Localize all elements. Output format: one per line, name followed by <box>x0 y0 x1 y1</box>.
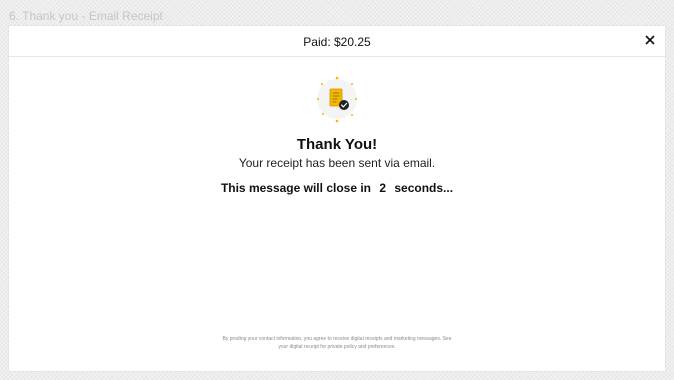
thank-you-modal: Paid: $20.25 Thank You! Your receipt has… <box>9 26 665 371</box>
paid-amount-label: Paid: $20.25 <box>303 35 371 49</box>
close-button[interactable] <box>643 33 657 47</box>
countdown-prefix: This message will close in <box>220 181 371 195</box>
frame-title: 6. Thank you - Email Receipt <box>9 9 163 23</box>
modal-header: Paid: $20.25 <box>9 26 665 57</box>
close-icon <box>645 35 655 45</box>
receipt-sent-message: Your receipt has been sent via email. <box>238 156 436 170</box>
countdown-suffix: seconds... <box>394 181 454 195</box>
countdown-seconds: 2 <box>379 181 387 195</box>
thank-you-title: Thank You! <box>296 136 378 153</box>
receipt-check-icon <box>314 73 360 125</box>
auto-close-countdown: This message will close in 2 seconds... <box>9 181 665 195</box>
contact-disclaimer: By proding your contact information, you… <box>222 336 452 350</box>
